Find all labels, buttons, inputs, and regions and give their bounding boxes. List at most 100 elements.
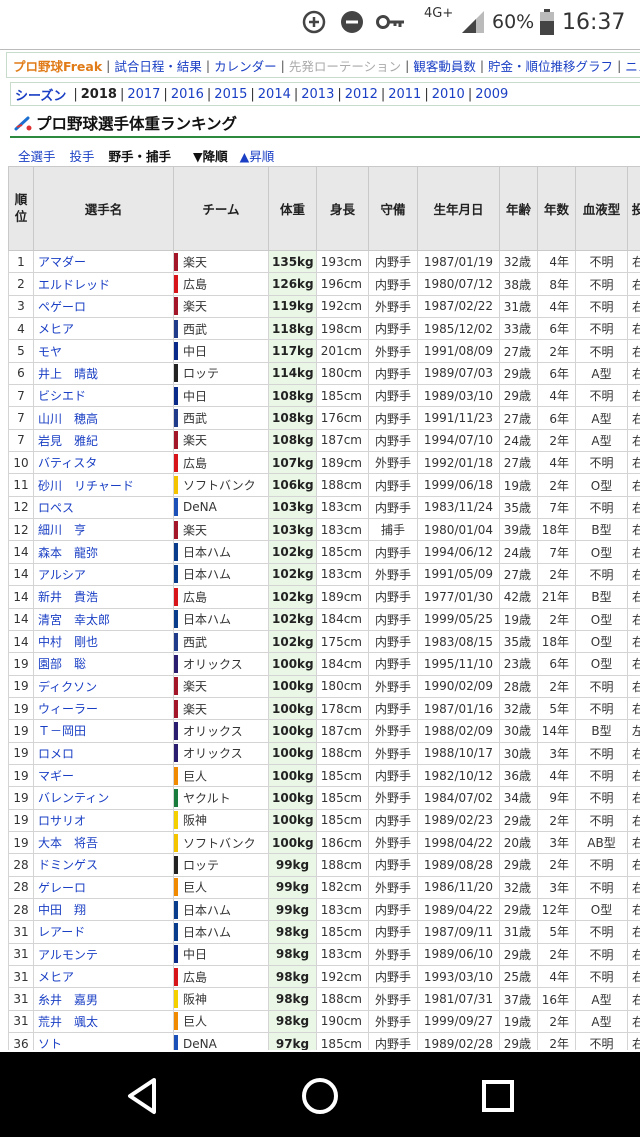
player-name-link[interactable]: レアード <box>33 920 174 944</box>
cell-blood-type: O型 <box>575 473 628 497</box>
player-name-link[interactable]: 清宮 幸太郎 <box>33 607 174 631</box>
header-rank[interactable]: 順位 <box>8 166 34 251</box>
cell-position: 内野手 <box>368 406 418 430</box>
player-name-link[interactable]: アマダー <box>33 249 174 274</box>
player-name-link[interactable]: ディクソン <box>33 674 174 698</box>
player-name-link[interactable]: 新井 貴浩 <box>33 585 174 609</box>
cell-height: 187cm <box>316 719 369 743</box>
header-years[interactable]: 年数 <box>537 166 576 251</box>
header-birthdate[interactable]: 生年月日 <box>417 166 500 251</box>
nav-link[interactable]: カレンダー <box>214 56 277 75</box>
cell-throws: 右 <box>627 853 640 877</box>
header-throws[interactable]: 投 <box>627 166 640 251</box>
player-name-link[interactable]: 大本 将吾 <box>33 830 174 855</box>
player-name-link[interactable]: Ｔ－岡田 <box>33 719 174 743</box>
filter-all-players[interactable]: 全選手 <box>18 146 56 165</box>
cell-blood-type: A型 <box>575 987 628 1011</box>
player-name-link[interactable]: ビシエド <box>33 384 174 408</box>
nav-link[interactable]: 貯金・順位推移グラフ <box>488 56 613 75</box>
cell-blood-type: 不明 <box>575 294 628 319</box>
player-name-link[interactable]: ロペス <box>33 495 174 520</box>
player-name-link[interactable]: ウィーラー <box>33 696 174 721</box>
nav-link[interactable]: ニュース <box>625 56 640 75</box>
header-age[interactable]: 年齢 <box>499 166 538 251</box>
cell-years: 3年 <box>537 741 576 765</box>
cell-birthdate: 1994/06/12 <box>417 540 500 564</box>
season-link[interactable]: 2010 <box>432 87 465 102</box>
table-row: 7山川 穂高西武 108kg176cm内野手1991/11/2327歳6年A型右 <box>8 406 640 430</box>
player-name-link[interactable]: ドミンゲス <box>33 853 174 877</box>
player-name-link[interactable]: 山川 穂高 <box>33 406 174 430</box>
player-name-link[interactable]: 岩見 雅紀 <box>33 428 174 453</box>
cell-height: 183cm <box>316 562 369 587</box>
player-name-link[interactable]: 森本 龍弥 <box>33 540 174 564</box>
site-brand-link[interactable]: プロ野球Freak <box>13 56 102 75</box>
player-name-link[interactable]: ゲレーロ <box>33 875 174 899</box>
player-name-link[interactable]: マギー <box>33 763 174 788</box>
cell-weight: 99kg <box>268 897 317 922</box>
cell-throws: 右 <box>627 763 640 788</box>
header-position[interactable]: 守備 <box>368 166 418 251</box>
season-link[interactable]: 2013 <box>301 87 334 102</box>
season-link[interactable]: 2011 <box>388 87 421 102</box>
team-name: 日本ハム <box>183 545 232 560</box>
season-link[interactable]: 2016 <box>171 87 204 102</box>
header-weight[interactable]: 体重 <box>268 166 317 251</box>
player-name-link[interactable]: 井上 晴哉 <box>33 361 174 386</box>
player-name-link[interactable]: ソト <box>33 1032 174 1050</box>
header-team[interactable]: チーム <box>173 166 269 251</box>
table-row: 31アルモンテ中日 98kg183cm外野手1989/06/1029歳2年不明右 <box>8 942 640 967</box>
header-height[interactable]: 身長 <box>316 166 369 251</box>
season-link[interactable]: 2017 <box>127 87 160 102</box>
player-name-link[interactable]: 園部 聡 <box>33 652 174 676</box>
player-name-link[interactable]: 荒井 颯太 <box>33 1009 174 1034</box>
cell-weight: 107kg <box>268 451 317 475</box>
header-blood-type[interactable]: 血液型 <box>575 166 628 251</box>
player-name-link[interactable]: バレンティン <box>33 786 174 810</box>
nav-link[interactable]: 先発ローテーション <box>289 56 401 75</box>
player-name-link[interactable]: 中村 剛也 <box>33 629 174 654</box>
table-row: 19 Ｔ－岡田 オリックス 100kg 187cm 外野手 1988/02/09 30歳 14年… <box>8 719 640 743</box>
season-link[interactable]: 2009 <box>475 87 508 102</box>
home-icon[interactable] <box>298 1074 342 1118</box>
cell-age: 29歳 <box>499 384 538 408</box>
cell-throws: 右 <box>627 585 640 609</box>
cell-position: 内野手 <box>368 696 418 721</box>
player-name-link[interactable]: ペゲーロ <box>33 294 174 319</box>
filter-pitchers[interactable]: 投手 <box>70 146 95 165</box>
recents-icon[interactable] <box>476 1074 520 1118</box>
player-name-link[interactable]: ロサリオ <box>33 808 174 832</box>
season-separator: | <box>380 86 386 102</box>
player-name-link[interactable]: エルドレッド <box>33 272 174 296</box>
nav-link[interactable]: 観客動員数 <box>413 56 476 75</box>
player-name-link[interactable]: 細川 亨 <box>33 518 174 542</box>
player-name-link[interactable]: 砂川 リチャード <box>33 473 174 497</box>
team-color-bar <box>174 744 178 763</box>
player-name-link[interactable]: ロメロ <box>33 741 174 765</box>
cell-team: 西武 <box>173 317 269 341</box>
team-color-bar <box>174 721 178 740</box>
sort-asc-link[interactable]: ▲昇順 <box>240 146 275 165</box>
player-name-link[interactable]: メヒア <box>33 964 174 989</box>
cell-age: 31歳 <box>499 920 538 944</box>
player-name-link[interactable]: 糸井 嘉男 <box>33 987 174 1011</box>
cell-rank: 19 <box>8 741 34 765</box>
player-name-link[interactable]: アルモンテ <box>33 942 174 967</box>
nav-link[interactable]: 試合日程・結果 <box>114 56 202 75</box>
season-link[interactable]: 2015 <box>214 87 247 102</box>
team-color-bar <box>174 520 178 539</box>
player-name-link[interactable]: 中田 翔 <box>33 897 174 922</box>
player-name-link[interactable]: アルシア <box>33 562 174 587</box>
player-name-link[interactable]: バティスタ <box>33 451 174 475</box>
cell-weight: 119kg <box>268 294 317 319</box>
header-name[interactable]: 選手名 <box>33 166 174 251</box>
back-icon[interactable] <box>120 1074 164 1118</box>
season-link[interactable]: 2012 <box>345 87 378 102</box>
cell-weight: 99kg <box>268 853 317 877</box>
signal-icon <box>460 8 486 36</box>
player-name-link[interactable]: モヤ <box>33 339 174 363</box>
season-link[interactable]: 2014 <box>258 87 291 102</box>
player-name-link[interactable]: メヒア <box>33 317 174 341</box>
ranking-table-container[interactable]: 順位 選手名 チーム 体重 身長 守備 生年月日 年齢 年数 血液型 投 1 アマ… <box>8 166 640 1050</box>
cell-age: 36歳 <box>499 763 538 788</box>
